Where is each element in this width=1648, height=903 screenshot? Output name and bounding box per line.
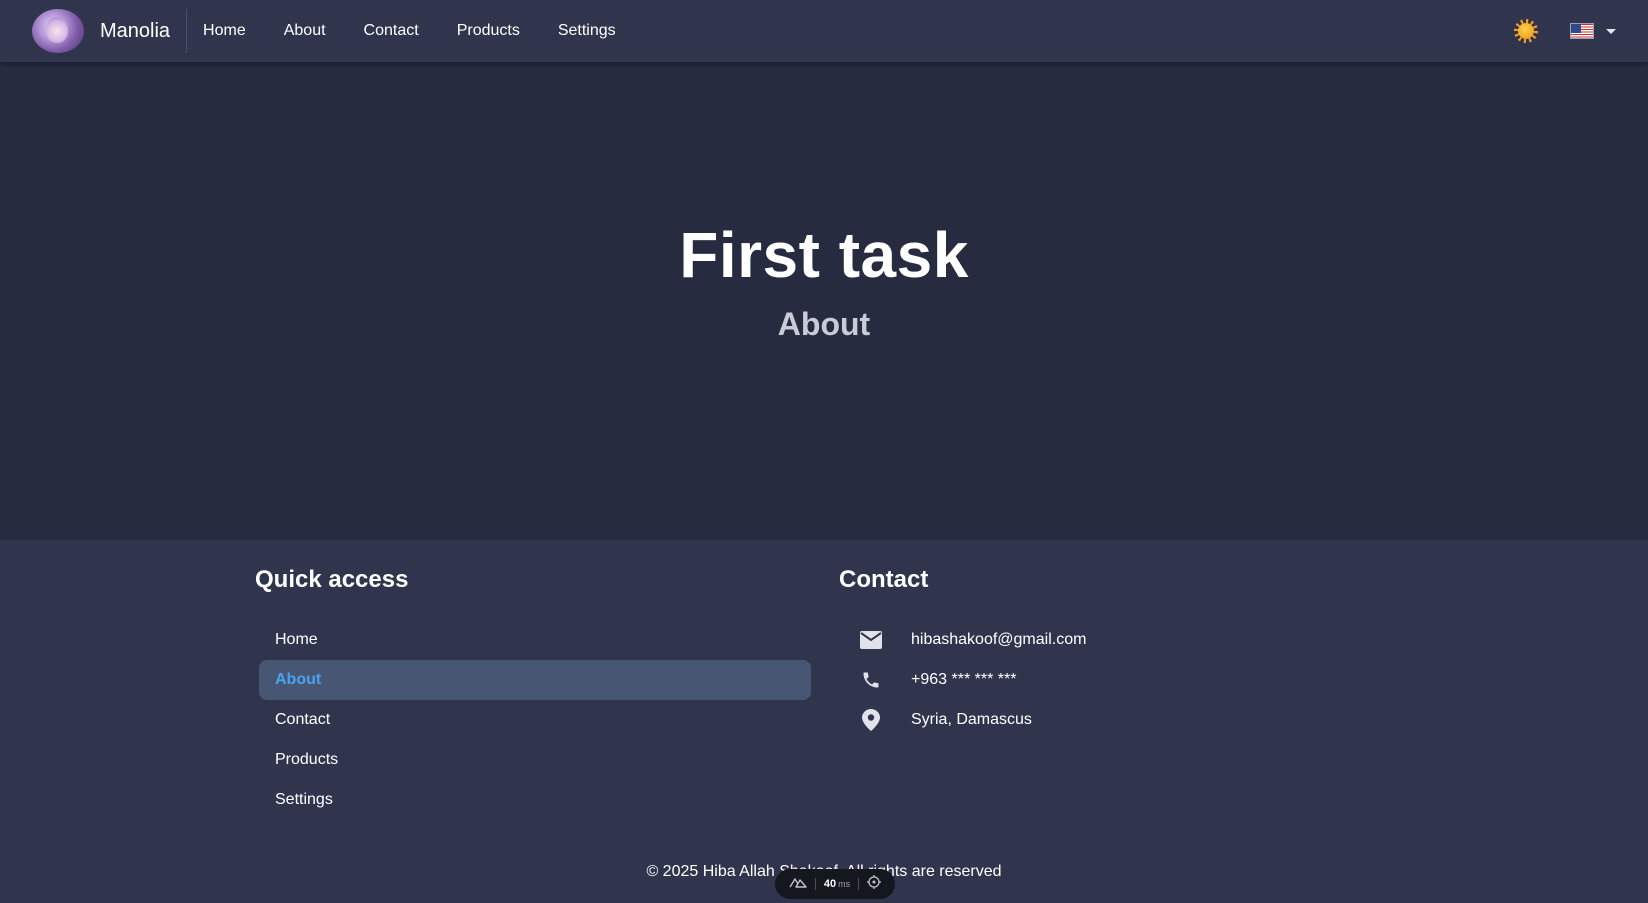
nav-link-products[interactable]: Products (438, 0, 539, 62)
contact-location-row: Syria, Damascus (859, 700, 1086, 740)
sun-core (1518, 23, 1534, 39)
devtools-badge[interactable]: 40 ms (775, 869, 895, 899)
render-time-unit: ms (838, 879, 851, 889)
page-subtitle: About (777, 306, 871, 342)
language-selector[interactable] (1570, 23, 1616, 39)
flag-canton (1571, 24, 1581, 33)
top-navbar: Manolia Home About Contact Products Sett… (0, 0, 1648, 62)
nuxt-logo-icon[interactable] (789, 875, 807, 893)
page-title: First task (679, 219, 969, 291)
quick-access-title: Quick access (255, 566, 409, 593)
quick-access-item-settings[interactable]: Settings (259, 780, 811, 820)
devtools-separator (858, 878, 860, 890)
chevron-down-icon (1606, 28, 1616, 34)
quick-access-item-products[interactable]: Products (259, 740, 811, 780)
brand-avatar[interactable] (32, 9, 84, 53)
contact-phone-row: +963 *** *** *** (859, 660, 1086, 700)
us-flag-icon (1570, 23, 1594, 39)
brand[interactable]: Manolia (0, 9, 188, 53)
contact-title: Contact (839, 566, 929, 593)
location-pin-icon (859, 708, 883, 732)
phone-icon (859, 668, 883, 692)
hero-section: First task About (0, 62, 1648, 540)
contact-location: Syria, Damascus (911, 711, 1032, 728)
nav-actions (1514, 19, 1648, 43)
brand-name[interactable]: Manolia (100, 20, 170, 43)
contact-email[interactable]: hibashakoof@gmail.com (911, 631, 1086, 649)
contact-phone[interactable]: +963 *** *** *** (911, 671, 1016, 689)
footer: Quick access Home About Contact Products… (0, 540, 1648, 903)
inspect-target-icon[interactable] (866, 874, 881, 894)
mail-icon (859, 628, 883, 652)
main-nav: Home About Contact Products Settings (187, 0, 635, 62)
theme-toggle-sun-icon[interactable] (1514, 19, 1538, 43)
nav-link-contact[interactable]: Contact (345, 0, 438, 62)
nav-link-home[interactable]: Home (187, 0, 265, 62)
render-time-value: 40 (823, 878, 837, 890)
quick-access-item-home[interactable]: Home (259, 620, 811, 660)
contact-email-row: hibashakoof@gmail.com (859, 620, 1086, 660)
quick-access-list: Home About Contact Products Settings (259, 620, 811, 820)
render-time: 40 ms (824, 878, 850, 890)
nav-link-about[interactable]: About (265, 0, 345, 62)
quick-access-item-contact[interactable]: Contact (259, 700, 811, 740)
quick-access-item-about[interactable]: About (259, 660, 811, 700)
devtools-separator (814, 878, 816, 890)
contact-list: hibashakoof@gmail.com +963 *** *** *** S… (859, 620, 1086, 740)
nav-link-settings[interactable]: Settings (539, 0, 635, 62)
